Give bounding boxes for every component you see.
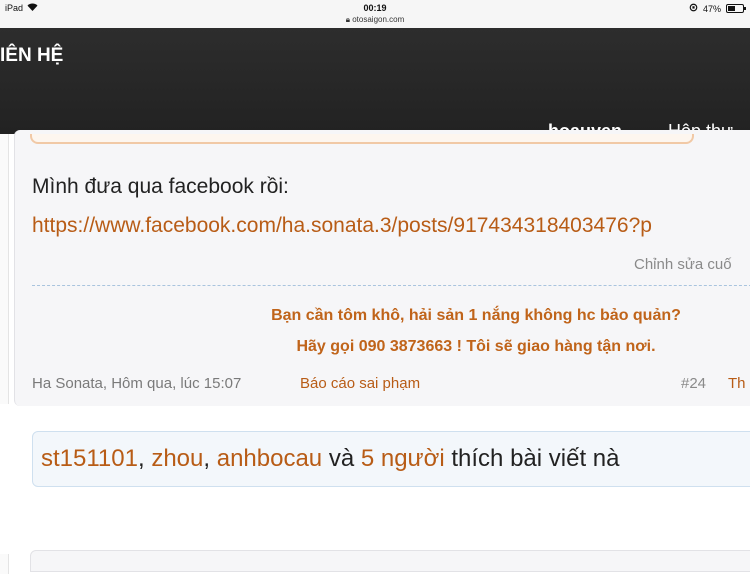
next-post-card [30,550,750,572]
battery-fill [728,6,735,11]
address-url[interactable]: 🔒︎ otosaigon.com [0,15,750,25]
status-bar: iPad 00:19 🔒︎ otosaigon.com 47% [0,0,750,28]
thread-content: Mình đưa qua facebook rồi: https://www.f… [0,130,750,574]
likes-and: và [322,445,361,472]
status-time: 00:19 [363,3,387,13]
liker-link[interactable]: st151101 [41,445,138,472]
site-navbar: IÊN HỆ hoauyen Hộp thư [0,28,750,141]
next-post-edge [0,554,9,574]
likes-text: st151101, zhou, anhbocau và 5 người thíc… [41,445,619,473]
likes-separator: , [137,445,152,472]
likes-summary: st151101, zhou, anhbocau và 5 người thíc… [32,431,750,487]
user-info-panel-edge [0,134,9,404]
likes-separator: , [203,445,217,472]
post-link[interactable]: https://www.facebook.com/ha.sonata.3/pos… [32,214,652,238]
like-link[interactable]: Th [728,375,746,392]
lock-icon: 🔒︎ [345,15,350,24]
orientation-lock-icon [689,3,698,14]
liker-link[interactable]: zhou [151,445,203,472]
post-text: Mình đưa qua facebook rồi: [32,175,289,198]
nav-contact-link[interactable]: IÊN HỆ [0,45,63,67]
liker-link[interactable]: anhbocau [217,445,322,472]
edited-note: Chỉnh sửa cuố [634,256,732,273]
post-author-time[interactable]: Ha Sonata, Hôm qua, lúc 15:07 [32,375,241,392]
battery-percent: 47% [702,3,721,14]
status-right: 47% [689,3,746,14]
signature-separator [32,285,750,286]
battery-icon [726,4,746,13]
post-signature: Bạn cần tôm khô, hải sản 1 nắng không hc… [0,300,750,362]
report-link[interactable]: Báo cáo sai phạm [300,375,420,392]
post-number[interactable]: #24 [681,375,706,392]
signature-line-1: Bạn cần tôm khô, hải sản 1 nắng không hc… [271,307,681,324]
signature-line-2: Hãy gọi 090 3873663 ! Tôi sẽ giao hàng t… [296,338,656,355]
quote-box-bottom [30,134,694,144]
address-url-text: otosaigon.com [352,15,405,24]
likes-suffix: thích bài viết nà [444,445,620,472]
other-likers-link[interactable]: 5 người [361,445,445,472]
